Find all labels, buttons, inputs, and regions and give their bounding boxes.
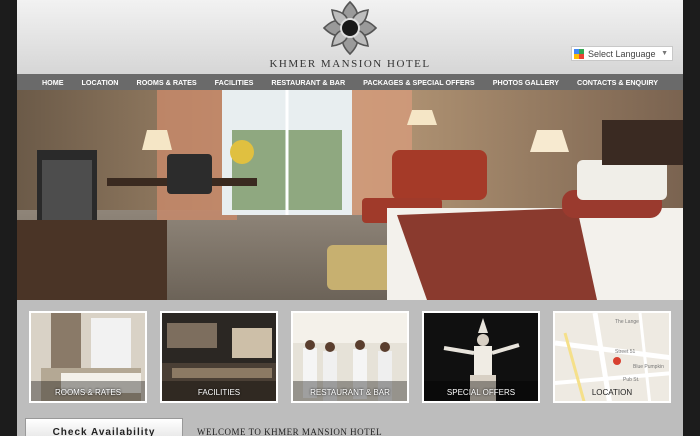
nav-rooms-rates[interactable]: ROOMS & RATES: [137, 78, 197, 87]
hotel-room-photo: [17, 90, 683, 300]
map-label: Pub St.: [623, 377, 639, 383]
thumb-special-offers[interactable]: SPECIAL OFFERS: [422, 311, 540, 403]
thumb-restaurant-label: RESTAURANT & BAR: [310, 388, 390, 397]
main-navigation: HOME LOCATION ROOMS & RATES FACILITIES R…: [17, 74, 683, 90]
thumb-location[interactable]: The Lange Street 51 Blue Pumpkin Pub St.…: [553, 311, 671, 403]
nav-facilities[interactable]: FACILITIES: [215, 78, 254, 87]
thumb-location-label: LOCATION: [591, 388, 633, 397]
google-translate-icon: [574, 48, 584, 59]
language-select[interactable]: Select Language ▼: [571, 46, 673, 61]
language-select-label: Select Language: [588, 48, 656, 59]
map-label: Blue Pumpkin: [633, 364, 664, 370]
thumb-rooms[interactable]: ROOMS & RATES: [29, 311, 147, 403]
nav-home[interactable]: HOME: [42, 78, 64, 87]
map-label: The Lange: [615, 319, 639, 325]
lotus-logo-icon[interactable]: [305, 0, 395, 58]
map-label: Street 51: [615, 349, 636, 355]
check-availability-button[interactable]: Check Availability: [25, 418, 183, 436]
nav-restaurant-bar[interactable]: RESTAURANT & BAR: [271, 78, 345, 87]
hero-banner: [17, 90, 683, 300]
welcome-heading: WELCOME TO KHMER MANSION HOTEL: [197, 427, 383, 436]
thumb-restaurant[interactable]: RESTAURANT & BAR: [291, 311, 409, 403]
chevron-down-icon: ▼: [661, 50, 668, 57]
thumb-special-offers-label: SPECIAL OFFERS: [446, 388, 516, 397]
thumb-facilities[interactable]: FACILITIES: [160, 311, 278, 403]
thumb-rooms-label: ROOMS & RATES: [54, 388, 122, 397]
nav-contacts-enquiry[interactable]: CONTACTS & ENQUIRY: [577, 78, 658, 87]
page: KHMER MANSION HOTEL Select Language ▼ HO…: [17, 0, 683, 436]
thumb-facilities-label: FACILITIES: [197, 388, 241, 397]
nav-photos-gallery[interactable]: PHOTOS GALLERY: [493, 78, 559, 87]
nav-location[interactable]: LOCATION: [82, 78, 119, 87]
nav-packages-offers[interactable]: PACKAGES & SPECIAL OFFERS: [363, 78, 475, 87]
site-header: KHMER MANSION HOTEL Select Language ▼: [17, 0, 683, 74]
